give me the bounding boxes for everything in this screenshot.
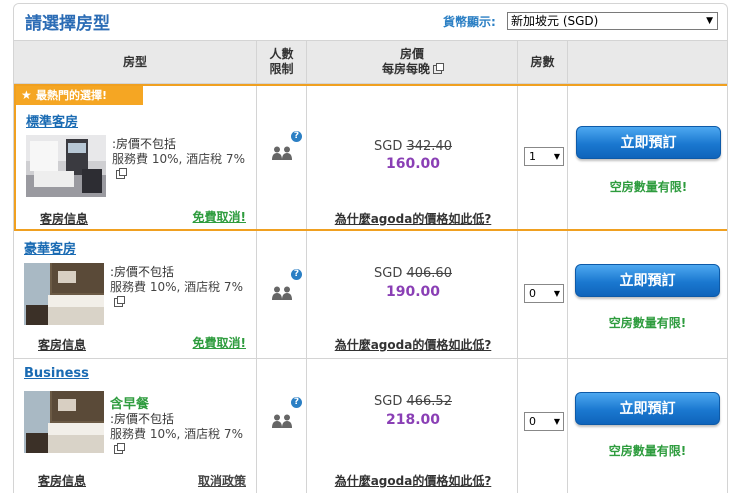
- room-info-link[interactable]: 客房信息: [38, 336, 86, 353]
- room-type-cell: 豪華客房 :房價不包括 服務費 10%, 酒店稅 7% 客房信息 免費取消!: [14, 231, 257, 358]
- room-type-cell: ★ 最熱門的選擇! 標準客房 :房價不包括 服務費 10%, 酒店稅 7% 客房…: [16, 86, 257, 229]
- people-icon: [272, 414, 292, 428]
- price-cell: SGD 466.52 218.00 為什麼agoda的價格如此低?: [307, 359, 518, 493]
- why-cheap-link[interactable]: 為什麼agoda的價格如此低?: [323, 210, 503, 227]
- chevron-down-icon: ▼: [553, 417, 560, 426]
- original-price: SGD 406.60: [374, 266, 452, 281]
- occupancy-cell: ?: [257, 359, 307, 493]
- discount-price: 218.00: [385, 412, 441, 428]
- original-price: SGD 342.40: [374, 139, 452, 154]
- room-photo[interactable]: [24, 391, 104, 453]
- popular-ribbon: ★ 最熱門的選擇!: [16, 86, 143, 105]
- room-row-business: Business 含早餐 :房價不包括 服務費 10%, 酒店稅 7% 客房信息: [14, 359, 727, 493]
- currency-select[interactable]: 新加坡元 (SGD) ▼: [507, 12, 718, 30]
- col-occupancy: 人數 限制: [257, 41, 307, 83]
- chevron-down-icon: ▼: [553, 289, 560, 298]
- col-room-type: 房型: [14, 41, 257, 83]
- book-now-button[interactable]: 立即預訂: [575, 392, 720, 425]
- help-icon[interactable]: ?: [291, 131, 302, 142]
- breakfast-included: 含早餐: [110, 397, 150, 412]
- limited-availability: 空房數量有限!: [608, 444, 687, 458]
- room-type-cell: Business 含早餐 :房價不包括 服務費 10%, 酒店稅 7% 客房信息: [14, 359, 257, 493]
- room-quantity-select[interactable]: 0 ▼: [524, 284, 564, 303]
- discount-price: 190.00: [385, 284, 441, 300]
- price-cell: SGD 406.60 190.00 為什麼agoda的價格如此低?: [307, 231, 518, 358]
- book-cell: 立即預訂 空房數量有限!: [568, 86, 727, 229]
- col-book: [568, 41, 727, 83]
- currency-select-value: 新加坡元 (SGD): [511, 14, 599, 28]
- limited-availability: 空房數量有限!: [608, 316, 687, 330]
- room-description: :房價不包括 服務費 10%, 酒店稅 7%: [110, 412, 243, 457]
- room-quantity-select[interactable]: 0 ▼: [524, 412, 564, 431]
- free-cancel-link[interactable]: 免費取消!: [193, 334, 246, 351]
- external-link-icon[interactable]: [114, 443, 125, 454]
- currency-label: 貨幣顯示:: [443, 15, 496, 29]
- occupancy-cell: ?: [257, 231, 307, 358]
- limited-availability: 空房數量有限!: [609, 180, 688, 194]
- rooms-cell: 0 ▼: [518, 231, 568, 358]
- external-link-icon: [433, 63, 444, 74]
- people-icon: [272, 146, 292, 160]
- room-photo[interactable]: [24, 263, 104, 325]
- people-icon: [272, 286, 292, 300]
- chevron-down-icon: ▼: [706, 16, 713, 26]
- cancel-policy-link[interactable]: 取消政策: [198, 472, 246, 489]
- chevron-down-icon: ▼: [553, 152, 560, 161]
- help-icon[interactable]: ?: [291, 397, 302, 408]
- page-title: 請選擇房型: [25, 14, 110, 34]
- discount-price: 160.00: [385, 156, 441, 172]
- col-price: 房價 每房每晚: [307, 41, 518, 83]
- book-now-button[interactable]: 立即預訂: [576, 126, 721, 159]
- external-link-icon[interactable]: [116, 168, 127, 179]
- room-row-deluxe: 豪華客房 :房價不包括 服務費 10%, 酒店稅 7% 客房信息 免費取消! ?…: [14, 231, 727, 359]
- why-cheap-link[interactable]: 為什麼agoda的價格如此低?: [323, 472, 503, 489]
- room-info-link[interactable]: 客房信息: [40, 210, 88, 227]
- table-header: 房型 人數 限制 房價 每房每晚 房數: [14, 40, 727, 84]
- free-cancel-link[interactable]: 免費取消!: [193, 208, 246, 225]
- panel-header: 請選擇房型 貨幣顯示: 新加坡元 (SGD) ▼: [14, 4, 727, 40]
- room-row-standard: ★ 最熱門的選擇! 標準客房 :房價不包括 服務費 10%, 酒店稅 7% 客房…: [14, 84, 727, 231]
- rooms-cell: 1 ▼: [518, 86, 568, 229]
- external-link-icon[interactable]: [114, 296, 125, 307]
- original-price: SGD 466.52: [374, 394, 452, 409]
- room-description: :房價不包括 服務費 10%, 酒店稅 7%: [110, 265, 243, 310]
- help-icon[interactable]: ?: [291, 269, 302, 280]
- book-cell: 立即預訂 空房數量有限!: [568, 359, 727, 493]
- book-cell: 立即預訂 空房數量有限!: [568, 231, 727, 358]
- occupancy-cell: ?: [257, 86, 307, 229]
- room-selection-panel: 請選擇房型 貨幣顯示: 新加坡元 (SGD) ▼ 房型 人數 限制 房價 每房每晚 …: [13, 3, 728, 493]
- why-cheap-link[interactable]: 為什麼agoda的價格如此低?: [323, 336, 503, 353]
- room-photo[interactable]: [26, 135, 106, 197]
- book-now-button[interactable]: 立即預訂: [575, 264, 720, 297]
- col-rooms: 房數: [518, 41, 568, 83]
- room-name-link[interactable]: 標準客房: [26, 111, 78, 130]
- rooms-cell: 0 ▼: [518, 359, 568, 493]
- room-quantity-select[interactable]: 1 ▼: [524, 147, 564, 166]
- room-description: :房價不包括 服務費 10%, 酒店稅 7%: [112, 137, 245, 182]
- room-name-link[interactable]: 豪華客房: [24, 238, 76, 257]
- room-name-link[interactable]: Business: [24, 366, 89, 381]
- price-cell: SGD 342.40 160.00 為什麼agoda的價格如此低?: [307, 86, 518, 229]
- room-info-link[interactable]: 客房信息: [38, 472, 86, 489]
- star-icon: ★: [21, 88, 32, 102]
